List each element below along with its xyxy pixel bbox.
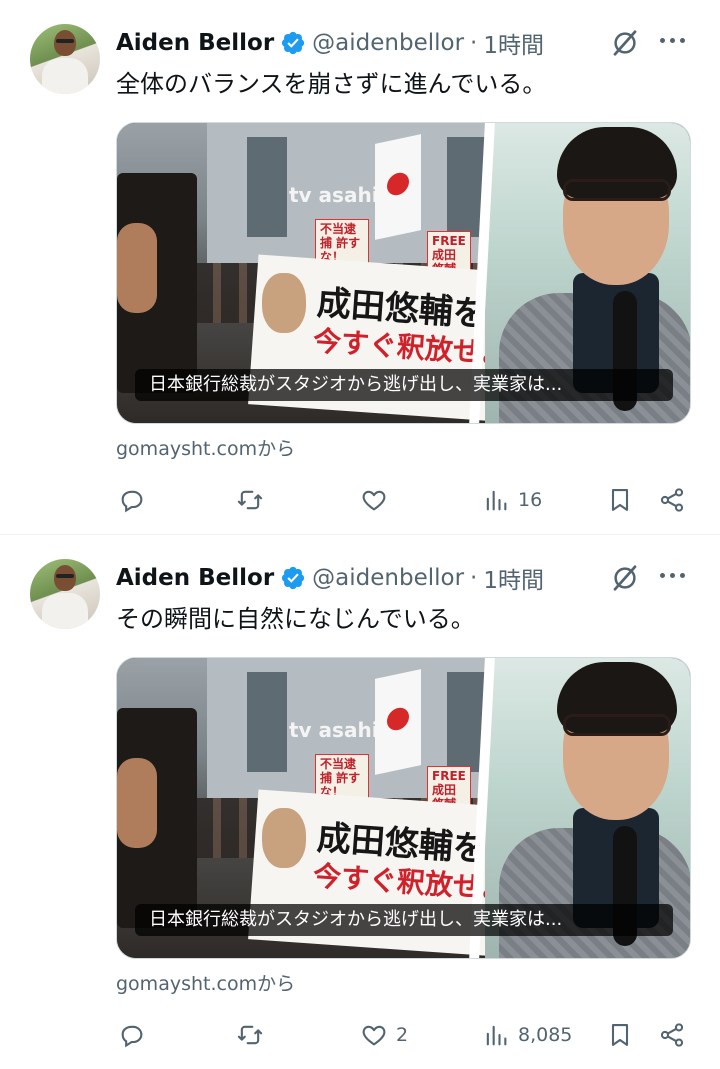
building-window xyxy=(247,137,287,237)
tweet-text: その瞬間に自然になじんでいる。 xyxy=(116,605,475,633)
views-button[interactable]: 16 xyxy=(482,480,542,520)
like-icon xyxy=(362,1025,386,1046)
reply-button[interactable] xyxy=(118,480,154,520)
action-bar: 16 xyxy=(116,480,691,520)
avatar[interactable] xyxy=(30,24,100,94)
author-name[interactable]: Aiden Bellor xyxy=(116,565,274,591)
views-icon xyxy=(486,1025,507,1046)
share-button[interactable] xyxy=(658,1015,686,1055)
card-caption: 日本銀行総裁がスタジオから逃げ出し、実業家は... xyxy=(135,369,673,401)
tweet-header: Aiden Bellor @aidenbellor · 1時間 xyxy=(116,561,544,595)
link-source[interactable]: gomaysht.comから xyxy=(116,434,295,461)
share-icon xyxy=(660,488,684,512)
author-handle[interactable]: @aidenbellor xyxy=(312,30,464,56)
banner-portrait xyxy=(262,808,306,868)
retweet-icon xyxy=(237,490,263,510)
bookmark-icon xyxy=(611,489,629,511)
tweet[interactable]: Aiden Bellor @aidenbellor · 1時間 全体のバランスを… xyxy=(0,0,720,534)
views-icon xyxy=(486,490,507,511)
tweet-text: 全体のバランスを崩さずに進んでいる。 xyxy=(116,70,547,98)
building-window xyxy=(247,672,287,772)
separator-dot: · xyxy=(470,565,478,591)
avatar-shirt xyxy=(42,593,88,629)
reply-icon xyxy=(121,1025,143,1048)
bookmark-button[interactable] xyxy=(606,480,634,520)
like-button[interactable] xyxy=(360,480,396,520)
japan-flag xyxy=(375,134,421,240)
like-icon xyxy=(362,490,386,511)
japan-flag xyxy=(375,669,421,775)
tv-asahi-logo: tv asahi xyxy=(289,183,379,207)
retweet-button[interactable] xyxy=(236,1015,272,1055)
verified-badge-icon xyxy=(282,31,305,55)
hand xyxy=(117,758,157,848)
retweet-icon xyxy=(237,1025,263,1045)
grok-icon[interactable] xyxy=(610,28,640,58)
bookmark-button[interactable] xyxy=(606,1015,634,1055)
speaker-glasses xyxy=(563,179,671,201)
more-options-icon[interactable] xyxy=(660,573,688,583)
avatar-shirt xyxy=(42,58,88,94)
reply-icon xyxy=(121,490,143,513)
action-bar: 2 8,085 xyxy=(116,1015,691,1055)
timestamp[interactable]: 1時間 xyxy=(483,26,544,60)
separator-dot: · xyxy=(470,30,478,56)
verified-badge-icon xyxy=(282,566,305,590)
link-card-image[interactable]: tv asahi 不当逮捕 許すな！ FREE 成田悠輔 成田悠輔を 今すぐ釈放… xyxy=(116,657,691,959)
speaker-glasses xyxy=(563,714,671,736)
views-count: 8,085 xyxy=(518,1024,573,1046)
tweet[interactable]: Aiden Bellor @aidenbellor · 1時間 その瞬間に自然に… xyxy=(0,535,720,1069)
hand xyxy=(117,223,157,313)
banner-portrait xyxy=(262,273,306,333)
views-button[interactable]: 8,085 xyxy=(482,1015,572,1055)
more-options-icon[interactable] xyxy=(660,38,688,48)
link-source[interactable]: gomaysht.comから xyxy=(116,969,295,996)
avatar-glasses xyxy=(56,39,74,43)
reply-button[interactable] xyxy=(118,1015,154,1055)
avatar-glasses xyxy=(56,574,74,578)
like-count: 2 xyxy=(396,1024,409,1046)
views-count: 16 xyxy=(518,489,543,511)
bookmark-icon xyxy=(611,1024,629,1046)
timeline-feed: Aiden Bellor @aidenbellor · 1時間 全体のバランスを… xyxy=(0,0,720,1069)
timestamp[interactable]: 1時間 xyxy=(483,561,544,595)
share-icon xyxy=(660,1023,684,1047)
grok-icon[interactable] xyxy=(610,563,640,593)
avatar-head xyxy=(54,30,76,56)
avatar[interactable] xyxy=(30,559,100,629)
avatar-head xyxy=(54,565,76,591)
share-button[interactable] xyxy=(658,480,686,520)
author-handle[interactable]: @aidenbellor xyxy=(312,565,464,591)
tweet-header: Aiden Bellor @aidenbellor · 1時間 xyxy=(116,26,544,60)
link-card-image[interactable]: tv asahi 不当逮捕 許すな！ FREE 成田悠輔 成田悠輔を 今すぐ釈放… xyxy=(116,122,691,424)
tv-asahi-logo: tv asahi xyxy=(289,718,379,742)
retweet-button[interactable] xyxy=(236,480,272,520)
author-name[interactable]: Aiden Bellor xyxy=(116,30,274,56)
like-button[interactable]: 2 xyxy=(360,1015,408,1055)
card-caption: 日本銀行総裁がスタジオから逃げ出し、実業家は... xyxy=(135,904,673,936)
